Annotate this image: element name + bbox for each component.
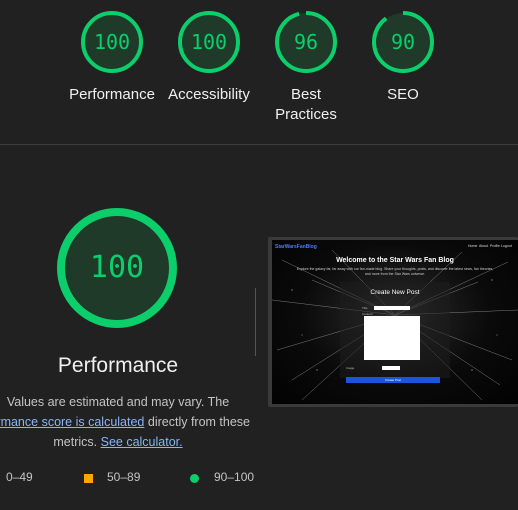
see-calculator-link[interactable]: See calculator. (101, 435, 183, 449)
title-label: Title (362, 306, 368, 310)
final-screenshot[interactable]: StarWarsFanBlog Home About Profile Logou… (272, 240, 518, 404)
description-text: metrics. (53, 435, 98, 449)
average-square-icon (84, 474, 93, 483)
site-logo: StarWarsFanBlog (275, 244, 317, 250)
nav-profile: Profile (490, 244, 500, 248)
section-divider (0, 144, 518, 145)
legend-fail: 0–49 (6, 470, 33, 484)
image-input (382, 366, 400, 370)
site-heading: Welcome to the Star Wars Fan Blog (336, 257, 454, 264)
nav-home: Home (468, 244, 478, 248)
gauge-score: 90 (390, 30, 416, 54)
performance-gauge-large: 100 (55, 206, 179, 330)
nav-logout: Logout (501, 244, 512, 248)
gauge-label: SEO (387, 86, 419, 103)
image-label: Image (346, 366, 355, 370)
performance-score: 100 (89, 250, 145, 285)
gauge-score: 100 (190, 30, 228, 54)
performance-description: Values are estimated and may vary. The f… (0, 392, 276, 452)
legend-average: 50–89 (107, 470, 140, 484)
score-calculation-link[interactable]: formance score is calculated (0, 415, 144, 429)
legend-fail-label: 0–49 (6, 470, 33, 484)
content-textarea (364, 316, 420, 360)
legend-pass: 90–100 (214, 470, 254, 484)
legend-average-label: 50–89 (107, 470, 141, 484)
nav-about: About (479, 244, 489, 248)
form-title: Create New Post (370, 289, 420, 296)
legend-pass-label: 90–100 (214, 470, 255, 484)
pass-circle-icon (190, 474, 199, 483)
site-subtitle: Explore the galaxy far, far away with ou… (296, 267, 494, 276)
vertical-divider (255, 288, 256, 356)
gauge-score: 96 (293, 30, 319, 54)
description-text: Values are estimated and may vary. The (6, 395, 230, 409)
gauge-score: 100 (93, 30, 131, 54)
description-text: directly from these (147, 415, 250, 429)
create-post-button: Create Post (346, 377, 440, 383)
gauge-label: Best Practices (275, 86, 337, 123)
performance-title: Performance (57, 354, 179, 377)
gauge-label: Accessibility (168, 86, 250, 103)
title-input (374, 306, 410, 310)
lighthouse-report: 100 Performance 100 Accessibility 96 Bes… (0, 0, 518, 510)
